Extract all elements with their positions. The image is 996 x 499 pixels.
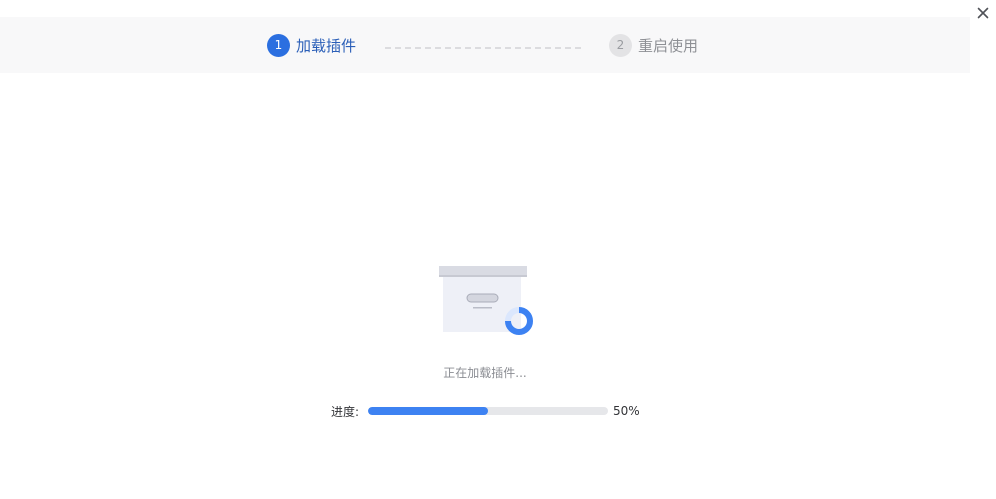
step-number-badge: 1 — [267, 33, 290, 57]
progress-bar — [368, 407, 608, 415]
step-number-badge: 2 — [609, 33, 632, 57]
progress-row: 进度: 50% — [331, 403, 640, 419]
step-label: 重启使用 — [638, 36, 699, 55]
close-icon — [977, 7, 989, 19]
close-button[interactable] — [974, 4, 992, 22]
archive-box-loading-icon — [437, 262, 537, 338]
progress-label: 进度: — [331, 404, 360, 419]
step-restart: 2 重启使用 — [609, 33, 698, 57]
plugin-install-dialog: 1 加载插件 2 重启使用 正在加载插件... 进度: 50% — [0, 0, 996, 499]
steps-header — [0, 17, 970, 73]
step-load-plugin: 1 加载插件 — [267, 33, 356, 57]
progress-bar-fill — [368, 407, 488, 415]
step-connector — [385, 47, 581, 49]
progress-percent: 50% — [613, 404, 640, 418]
step-label: 加载插件 — [296, 36, 357, 55]
loading-status-text: 正在加载插件... — [443, 366, 527, 380]
